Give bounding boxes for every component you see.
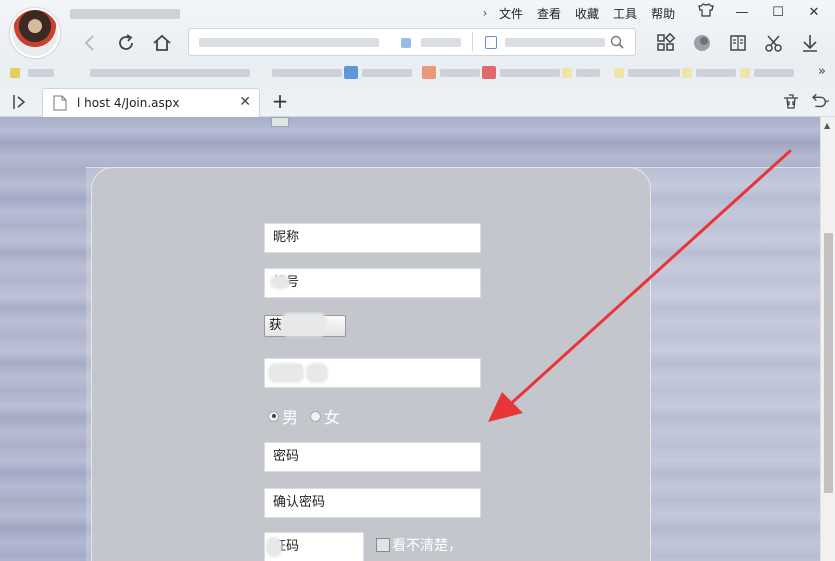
- broken-image-icon: [376, 538, 390, 552]
- blurred-url: [199, 38, 379, 47]
- bookmark-2[interactable]: [90, 69, 250, 77]
- bookmark-3[interactable]: [272, 69, 342, 77]
- bookmark-7[interactable]: [562, 68, 572, 78]
- nickname-field[interactable]: 昵称: [264, 223, 481, 253]
- bookmark-5[interactable]: [422, 66, 436, 79]
- screenshot-button[interactable]: [756, 30, 792, 56]
- minimize-button[interactable]: —: [724, 2, 760, 24]
- bookmark-8-text: [628, 69, 680, 77]
- address-divider: [472, 32, 473, 52]
- blur-overlay-captcha: [266, 537, 282, 557]
- bookmarks-overflow-icon[interactable]: »: [818, 64, 826, 79]
- blur-overlay-phone: [270, 275, 290, 289]
- tab-join-aspx[interactable]: l host 4/Join.aspx ✕: [42, 88, 260, 117]
- sidebar-toggle-icon[interactable]: [12, 94, 30, 110]
- extension-blob-icon: [694, 35, 710, 51]
- menu-file[interactable]: 文件: [492, 5, 530, 22]
- address-bar[interactable]: [188, 28, 636, 56]
- blur-overlay-sms-a: [268, 363, 304, 383]
- menu-view[interactable]: 查看: [530, 5, 568, 22]
- page-viewport: 昵称 机号 获 码 验 码 男 女 密码 确认密码 证码 看不清楚，: [0, 117, 820, 561]
- menu-help[interactable]: 帮助: [644, 5, 682, 22]
- blur-overlay-button: [281, 313, 327, 337]
- bookmark-9-text: [696, 69, 736, 77]
- bookmark-4[interactable]: [344, 66, 358, 79]
- captcha-image[interactable]: 看不清楚，: [376, 535, 462, 555]
- gender-male-radio[interactable]: [268, 410, 279, 422]
- broken-image-icon: [271, 117, 289, 127]
- bookmark-7-text: [576, 69, 600, 77]
- bookmark-8[interactable]: [614, 68, 624, 78]
- bookmarks-bar: »: [10, 64, 826, 81]
- back-button[interactable]: [72, 29, 108, 57]
- user-avatar[interactable]: [10, 8, 60, 58]
- gender-female-radio[interactable]: [310, 410, 322, 422]
- search-icon[interactable]: [609, 34, 625, 50]
- page-icon: [53, 95, 67, 111]
- menu-bar: › 文件 查看 收藏 工具 帮助: [478, 5, 682, 21]
- gender-male-label: 男: [282, 408, 299, 427]
- bookmark-9[interactable]: [682, 68, 692, 78]
- tab-close-icon[interactable]: ✕: [239, 94, 251, 110]
- blurred-username: [70, 9, 180, 19]
- tab-right-icons: [781, 92, 829, 110]
- home-button[interactable]: [144, 29, 180, 57]
- trash-can-icon[interactable]: [781, 92, 801, 110]
- browser-chrome: › 文件 查看 收藏 工具 帮助 — ☐ ✕ » l host 4/Join.a…: [0, 0, 835, 117]
- confirm-password-field[interactable]: 确认密码: [264, 488, 481, 518]
- blur-overlay-sms-b: [306, 363, 328, 383]
- close-window-button[interactable]: ✕: [796, 2, 832, 24]
- reader-button[interactable]: [720, 30, 756, 56]
- download-icon: [803, 35, 817, 52]
- chevron-right-icon[interactable]: ›: [478, 6, 492, 20]
- bookmark-5-text: [440, 69, 480, 77]
- blurred-url-tail: [421, 38, 461, 47]
- bookmark-6-text: [500, 69, 560, 77]
- refresh-icon: [119, 34, 133, 50]
- scroll-up-arrow-icon[interactable]: ▲: [824, 121, 830, 130]
- gender-radio-group: 男 女: [268, 404, 352, 428]
- tab-strip: l host 4/Join.aspx ✕ +: [0, 88, 835, 117]
- navigation-buttons: [72, 28, 180, 58]
- undo-icon[interactable]: [809, 92, 829, 110]
- apps-button[interactable]: [648, 30, 684, 56]
- bookmark-10-text: [754, 69, 794, 77]
- extension-button[interactable]: [684, 30, 720, 56]
- window-controls: — ☐ ✕: [688, 2, 832, 24]
- menu-tools[interactable]: 工具: [606, 5, 644, 22]
- blurred-search-text: [505, 38, 605, 47]
- blurred-url-chip: [401, 38, 411, 48]
- back-arrow-icon: [84, 35, 94, 51]
- bookmark-10[interactable]: [740, 68, 750, 78]
- gender-female-label: 女: [324, 408, 341, 427]
- menu-favorites[interactable]: 收藏: [568, 5, 606, 22]
- bookmark-1[interactable]: [10, 68, 20, 78]
- search-engine-icon[interactable]: [485, 36, 497, 49]
- book-icon: [730, 35, 746, 51]
- bookmark-6[interactable]: [482, 66, 496, 79]
- bookmark-1-text: [28, 69, 54, 77]
- toolbar-icons: [648, 30, 828, 56]
- home-icon: [153, 34, 171, 51]
- download-button[interactable]: [792, 30, 828, 56]
- apps-grid-icon: [657, 33, 676, 51]
- password-field[interactable]: 密码: [264, 442, 481, 472]
- tab-title: l host 4/Join.aspx: [77, 96, 180, 110]
- new-tab-button[interactable]: +: [270, 91, 290, 111]
- scissors-icon: [765, 35, 782, 52]
- captcha-alt-text: 看不清楚，: [392, 538, 462, 554]
- maximize-button[interactable]: ☐: [760, 2, 796, 24]
- bookmark-4-text: [362, 69, 412, 77]
- page-scrollbar[interactable]: ▲: [820, 117, 835, 561]
- scroll-thumb[interactable]: [824, 233, 833, 493]
- skin-icon[interactable]: [688, 2, 724, 24]
- phone-field[interactable]: 机号: [264, 268, 481, 298]
- refresh-button[interactable]: [108, 29, 144, 57]
